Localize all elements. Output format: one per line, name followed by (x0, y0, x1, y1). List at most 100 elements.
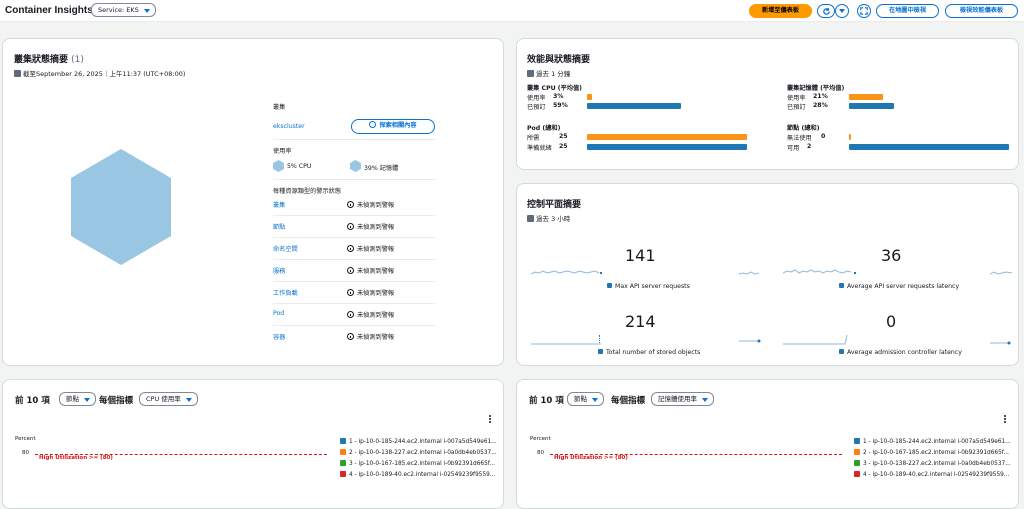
node-available-label: 可用 (787, 145, 800, 152)
node-available-value: 2 (807, 143, 812, 150)
threshold-label: High Utilization >= (80) (554, 455, 628, 461)
cluster-name-link[interactable]: ekscluster (273, 123, 305, 130)
resource-link[interactable]: 服務 (273, 266, 285, 275)
resource-type-select[interactable]: 節點 (59, 392, 96, 406)
service-select-label: Service: EKS (98, 6, 139, 14)
metric-select[interactable]: 記憶體使用率 (651, 392, 714, 406)
admission-latency-mini-sparkline (990, 341, 1011, 345)
legend-item[interactable]: 2 - ip-10-0-167-185.ec2.internal i-0b923… (854, 449, 1009, 456)
resource-type-select[interactable]: 節點 (567, 392, 604, 406)
legend-swatch (340, 471, 346, 477)
chevron-down-icon (702, 398, 708, 402)
admission-latency-sparkline (783, 334, 848, 345)
control-plane-period: 過去 3 小時 (527, 213, 570, 223)
resource-type-label: 節點 (574, 395, 587, 403)
api-latency-value: 36 (881, 246, 902, 265)
pod-ready-label: 準備就緒 (527, 145, 552, 152)
resource-link[interactable]: Pod (273, 310, 284, 317)
memory-usage: 39% 記憶體 (364, 165, 399, 172)
y-axis-unit: Percent (15, 436, 36, 442)
divider (273, 237, 435, 238)
explore-related-button[interactable]: 探索相關內容 (351, 119, 435, 134)
clock-icon (527, 70, 534, 77)
resource-type-label: 節點 (66, 395, 79, 403)
alarm-status: 未偵測到警報 (347, 288, 394, 297)
memory-used-value: 21% (813, 93, 828, 100)
chevron-down-icon (185, 398, 192, 402)
cluster-hexagon[interactable] (69, 147, 173, 267)
legend-swatch (854, 438, 860, 444)
per-metric-label: 每個指標 (611, 396, 646, 406)
resource-link[interactable]: 命名空間 (273, 244, 298, 253)
info-icon (347, 201, 354, 208)
api-latency-mini-sparkline (990, 271, 1012, 275)
info-icon (347, 245, 354, 252)
divider (273, 325, 435, 326)
info-icon (347, 333, 354, 340)
divider (273, 259, 435, 260)
alarm-status: 未偵測到警報 (347, 244, 394, 253)
cpu-hexagon-icon (273, 160, 284, 172)
service-select[interactable]: Service: EKS (91, 3, 156, 17)
legend-item[interactable]: 4 - ip-10-0-189-40.ec2.internal i-025492… (340, 471, 495, 478)
cpu-usage: 5% CPU (287, 163, 312, 170)
legend-item[interactable]: 2 - ip-10-0-138-227.ec2.internal i-0a0db… (340, 449, 497, 456)
legend-swatch (854, 471, 860, 477)
legend-dot (607, 283, 612, 288)
stored-objects-label: Total number of stored objects (598, 349, 700, 356)
top10-prefix: 前 10 項 (529, 396, 564, 406)
metric-label: 記憶體使用率 (658, 395, 697, 403)
top10-cpu-panel: 前 10 項 節點 每個指標 CPU 使用率 Percent 80 High U… (2, 379, 504, 509)
pod-desired-value: 25 (559, 133, 568, 140)
refresh-button[interactable] (817, 4, 835, 18)
pod-desired-label: 所需 (527, 135, 540, 142)
metric-label: CPU 使用率 (146, 395, 181, 403)
legend-item[interactable]: 1 - ip-10-0-185-244.ec2.internal i-007a5… (854, 438, 1011, 445)
expand-icon (860, 7, 868, 15)
y-axis-tick: 80 (537, 450, 544, 456)
divider (273, 215, 435, 216)
resource-link[interactable]: 叢集 (273, 200, 285, 209)
more-options-icon[interactable] (489, 415, 491, 423)
refresh-icon (822, 7, 830, 15)
chevron-down-icon (839, 9, 845, 13)
stored-objects-mini-sparkline (739, 339, 761, 343)
memory-used-label: 使用率 (787, 95, 806, 102)
cluster-status-title: 叢集狀態摘要 (1) (14, 55, 84, 65)
legend-dot (598, 349, 603, 354)
chevron-down-icon (592, 398, 598, 402)
sparkline-marker (599, 335, 600, 343)
legend-item[interactable]: 3 - ip-10-0-138-227.ec2.internal i-0a0db… (854, 460, 1011, 467)
node-unavailable-value: 0 (821, 133, 826, 140)
resource-link[interactable]: 節點 (273, 222, 285, 231)
legend-item[interactable]: 4 - ip-10-0-189-40.ec2.internal i-025492… (854, 471, 1009, 478)
more-options-icon[interactable] (1004, 415, 1006, 423)
threshold-label: High Utilization >= (80) (39, 455, 113, 461)
admission-latency-label: Average admission controller latency (839, 349, 962, 356)
info-icon (347, 267, 354, 274)
legend-item[interactable]: 1 - ip-10-0-185-244.ec2.internal i-007a5… (340, 438, 497, 445)
resource-link[interactable]: 工作負載 (273, 288, 298, 297)
refresh-interval-dropdown[interactable] (835, 4, 849, 18)
alarm-status-label: 每種資源類型的警示狀態 (273, 188, 342, 195)
legend-item[interactable]: 3 - ip-10-0-167-185.ec2.internal i-0b923… (340, 460, 495, 467)
metric-select[interactable]: CPU 使用率 (139, 392, 198, 406)
compass-icon (369, 121, 377, 128)
cpu-used-bar (587, 94, 592, 100)
cpu-reserved-label: 已預訂 (527, 104, 546, 111)
view-in-map-button[interactable]: 在地圖中檢視 (876, 4, 939, 18)
node-unavailable-bar (849, 134, 851, 140)
top10-memory-panel: 前 10 項 節點 每個指標 記憶體使用率 Percent 80 High Ut… (516, 379, 1019, 509)
cluster-cpu-title: 叢集 CPU (平均值) (527, 85, 583, 92)
clock-icon (14, 70, 21, 77)
resource-link[interactable]: 容器 (273, 332, 285, 341)
max-api-requests-value: 141 (625, 246, 656, 265)
memory-reserved-bar (849, 103, 894, 109)
fullscreen-button[interactable] (857, 4, 871, 18)
view-performance-dashboard-button[interactable]: 檢視效能儀表板 (945, 4, 1018, 18)
legend-swatch (340, 460, 346, 466)
cluster-memory-title: 叢集記憶體 (平均值) (787, 85, 845, 92)
cpu-used-label: 使用率 (527, 95, 546, 102)
add-to-dashboard-button[interactable]: 新增至儀表板 (749, 4, 812, 18)
info-icon (347, 311, 354, 318)
